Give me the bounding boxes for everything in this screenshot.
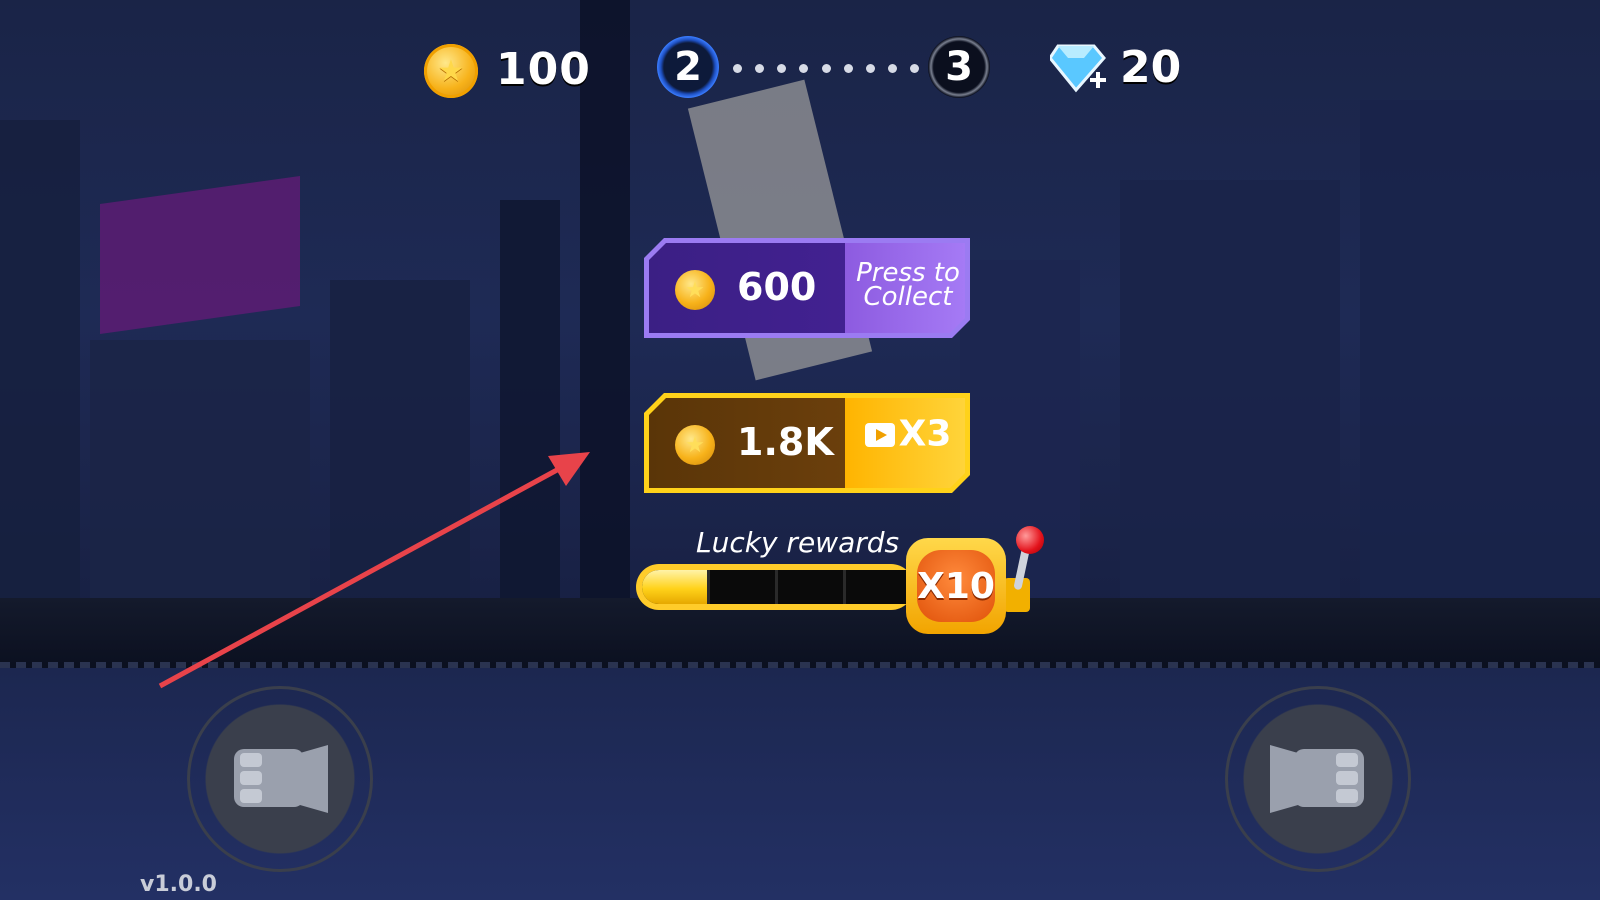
fist-icon: [1270, 745, 1364, 813]
fist-icon: [234, 745, 328, 813]
add-gem-icon[interactable]: [1050, 40, 1110, 98]
next-level-badge: 3: [928, 36, 990, 98]
watch-ad-x3-button[interactable]: ★ 1.8K X3: [644, 393, 970, 493]
ad-multiplier: X3: [849, 422, 967, 447]
right-punch-button[interactable]: [1225, 686, 1411, 872]
version-label: v1.0.0: [140, 872, 217, 897]
lucky-rewards-label: Lucky rewards: [696, 526, 900, 559]
neon-billboard: [100, 175, 300, 335]
gem-count: 20: [1120, 42, 1182, 93]
left-punch-button[interactable]: [187, 686, 373, 872]
slot-lever-knob: [1016, 526, 1044, 554]
lucky-rewards-progress: [636, 564, 914, 610]
coin-icon: ★: [675, 425, 715, 465]
play-video-icon: [865, 423, 895, 447]
level-progress-dots: [733, 64, 919, 74]
collect-reward-button[interactable]: ★ 600 Press to Collect: [644, 238, 970, 338]
press-to-collect-label: Press to Collect: [856, 258, 960, 312]
coin-count: 100: [496, 44, 591, 95]
coin-icon: ★: [675, 270, 715, 310]
current-level-badge: 2: [657, 36, 719, 98]
bonus-reward-amount: 1.8K: [737, 420, 834, 464]
base-reward-amount: 600: [737, 265, 817, 309]
lucky-x10-button[interactable]: X10: [906, 538, 1006, 634]
coin-icon: ★: [424, 44, 478, 98]
